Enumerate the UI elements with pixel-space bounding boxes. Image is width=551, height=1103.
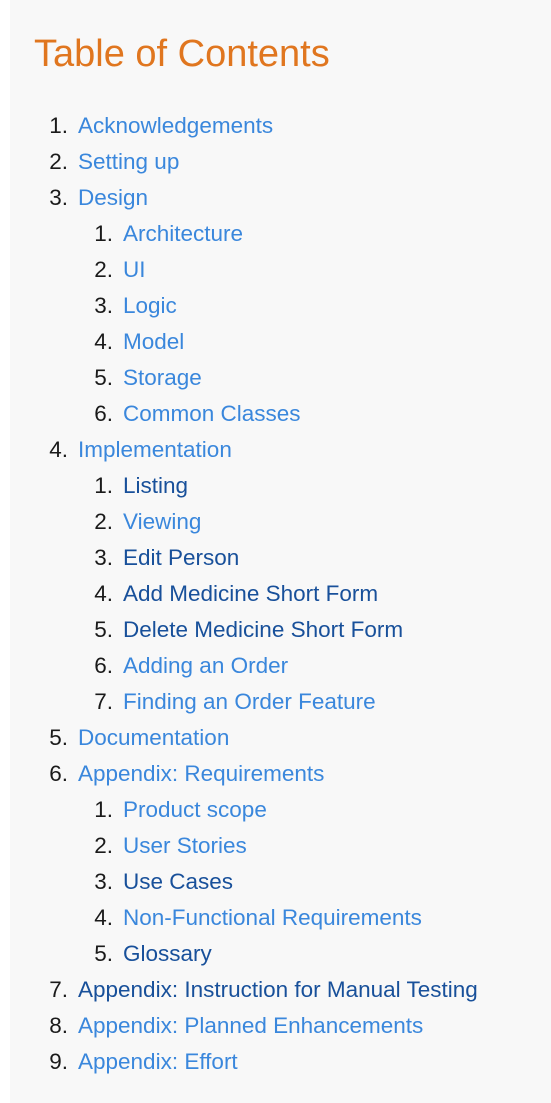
toc-subitem-finding-an-order-feature: 7. Finding an Order Feature <box>78 684 478 720</box>
link-manual-testing[interactable]: Appendix: Instruction for Manual Testing <box>78 977 478 1002</box>
toc-item-appendix-requirements: 6. Appendix: Requirements 1. Product sco… <box>10 756 478 972</box>
link-setting-up[interactable]: Setting up <box>78 149 179 174</box>
item-number: 1. <box>94 473 113 498</box>
link-model[interactable]: Model <box>123 329 184 354</box>
link-edit-person[interactable]: Edit Person <box>123 545 239 570</box>
toc-subitem-common-classes: 6. Common Classes <box>78 396 478 432</box>
link-appendix-requirements[interactable]: Appendix: Requirements <box>78 761 324 786</box>
link-non-functional-requirements[interactable]: Non-Functional Requirements <box>123 905 422 930</box>
design-sublist: 1. Architecture 2. UI 3. Logic 4. Model … <box>78 216 478 432</box>
item-number: 9. <box>49 1049 68 1074</box>
item-number: 1. <box>49 113 68 138</box>
link-add-medicine-short-form[interactable]: Add Medicine Short Form <box>123 581 378 606</box>
toc-subitem-add-medicine-short-form: 4. Add Medicine Short Form <box>78 576 478 612</box>
toc-subitem-model: 4. Model <box>78 324 478 360</box>
item-number: 8. <box>49 1013 68 1038</box>
link-adding-an-order[interactable]: Adding an Order <box>123 653 288 678</box>
toc-list: 1. Acknowledgements 2. Setting up 3. Des… <box>10 108 478 1080</box>
toc-item-acknowledgements: 1. Acknowledgements <box>10 108 478 144</box>
implementation-sublist: 1. Listing 2. Viewing 3. Edit Person 4. … <box>78 468 478 720</box>
toc-title: Table of Contents <box>34 33 330 75</box>
item-number: 5. <box>94 941 113 966</box>
item-number: 5. <box>94 365 113 390</box>
requirements-sublist: 1. Product scope 2. User Stories 3. Use … <box>78 792 478 972</box>
link-effort[interactable]: Appendix: Effort <box>78 1049 238 1074</box>
toc-subitem-adding-an-order: 6. Adding an Order <box>78 648 478 684</box>
toc-item-manual-testing: 7. Appendix: Instruction for Manual Test… <box>10 972 478 1008</box>
toc-subitem-use-cases: 3. Use Cases <box>78 864 478 900</box>
link-logic[interactable]: Logic <box>123 293 177 318</box>
link-documentation[interactable]: Documentation <box>78 725 229 750</box>
item-number: 3. <box>94 869 113 894</box>
toc-subitem-glossary: 5. Glossary <box>78 936 478 972</box>
toc-subitem-non-functional-requirements: 4. Non-Functional Requirements <box>78 900 478 936</box>
item-number: 6. <box>49 761 68 786</box>
item-number: 7. <box>49 977 68 1002</box>
link-listing[interactable]: Listing <box>123 473 188 498</box>
item-number: 7. <box>94 689 113 714</box>
item-number: 3. <box>94 293 113 318</box>
toc-subitem-architecture: 1. Architecture <box>78 216 478 252</box>
link-storage[interactable]: Storage <box>123 365 202 390</box>
item-number: 4. <box>94 329 113 354</box>
link-acknowledgements[interactable]: Acknowledgements <box>78 113 273 138</box>
item-number: 2. <box>94 509 113 534</box>
item-number: 4. <box>49 437 68 462</box>
item-number: 4. <box>94 905 113 930</box>
item-number: 2. <box>49 149 68 174</box>
toc-item-design: 3. Design 1. Architecture 2. UI 3. Logic… <box>10 180 478 432</box>
link-delete-medicine-short-form[interactable]: Delete Medicine Short Form <box>123 617 403 642</box>
toc-subitem-delete-medicine-short-form: 5. Delete Medicine Short Form <box>78 612 478 648</box>
item-number: 2. <box>94 257 113 282</box>
toc-item-effort: 9. Appendix: Effort <box>10 1044 478 1080</box>
link-planned-enhancements[interactable]: Appendix: Planned Enhancements <box>78 1013 423 1038</box>
link-common-classes[interactable]: Common Classes <box>123 401 301 426</box>
link-implementation[interactable]: Implementation <box>78 437 232 462</box>
item-number: 3. <box>49 185 68 210</box>
item-number: 2. <box>94 833 113 858</box>
link-use-cases[interactable]: Use Cases <box>123 869 233 894</box>
item-number: 4. <box>94 581 113 606</box>
toc-item-planned-enhancements: 8. Appendix: Planned Enhancements <box>10 1008 478 1044</box>
toc-item-documentation: 5. Documentation <box>10 720 478 756</box>
toc-subitem-listing: 1. Listing <box>78 468 478 504</box>
toc-subitem-edit-person: 3. Edit Person <box>78 540 478 576</box>
item-number: 5. <box>94 617 113 642</box>
link-finding-an-order-feature[interactable]: Finding an Order Feature <box>123 689 376 714</box>
toc-subitem-viewing: 2. Viewing <box>78 504 478 540</box>
item-number: 6. <box>94 653 113 678</box>
link-architecture[interactable]: Architecture <box>123 221 243 246</box>
link-viewing[interactable]: Viewing <box>123 509 201 534</box>
link-design[interactable]: Design <box>78 185 148 210</box>
item-number: 6. <box>94 401 113 426</box>
toc-subitem-ui: 2. UI <box>78 252 478 288</box>
item-number: 1. <box>94 797 113 822</box>
item-number: 1. <box>94 221 113 246</box>
link-glossary[interactable]: Glossary <box>123 941 212 966</box>
toc-subitem-logic: 3. Logic <box>78 288 478 324</box>
toc-item-implementation: 4. Implementation 1. Listing 2. Viewing … <box>10 432 478 720</box>
toc-subitem-user-stories: 2. User Stories <box>78 828 478 864</box>
toc-item-setting-up: 2. Setting up <box>10 144 478 180</box>
link-user-stories[interactable]: User Stories <box>123 833 247 858</box>
item-number: 3. <box>94 545 113 570</box>
toc-panel: Table of Contents 1. Acknowledgements 2.… <box>10 0 551 1103</box>
link-product-scope[interactable]: Product scope <box>123 797 267 822</box>
toc-subitem-storage: 5. Storage <box>78 360 478 396</box>
link-ui[interactable]: UI <box>123 257 146 282</box>
toc-subitem-product-scope: 1. Product scope <box>78 792 478 828</box>
item-number: 5. <box>49 725 68 750</box>
